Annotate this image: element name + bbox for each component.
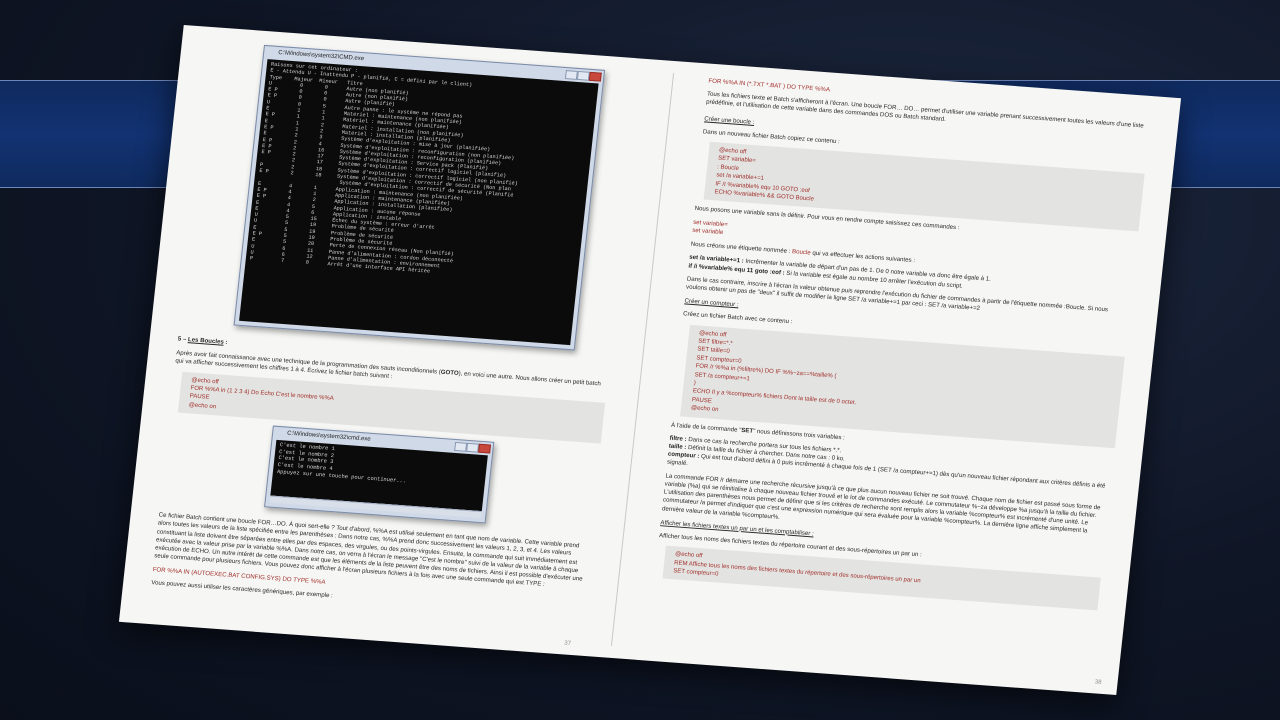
for-do-paragraph: Ce fichier Batch contient une boucle FOR… [153,511,583,589]
cmd-window-small: C:\Windows\system32\cmd.exe C'est le nom… [264,425,495,524]
right-page-content: FOR %%A IN (*.TXT *.BAT ) DO TYPE %%A To… [654,78,1152,617]
right-page-number: 38 [1094,679,1102,686]
cmd-window-large: C:\Windows\system32\CMD.exe Raisons sur … [233,44,606,351]
minimize-icon [454,442,468,452]
cmd-screen: Raisons sur cet ordinateur :E - Attendu … [239,59,599,346]
left-page-content: C:\Windows\system32\CMD.exe Raisons sur … [150,41,641,624]
maximize-icon [466,443,480,453]
left-page-number: 37 [563,640,572,647]
minimize-icon [564,70,578,80]
document-spread: C:\Windows\system32\CMD.exe Raisons sur … [118,24,1182,696]
close-icon [478,443,492,454]
maximize-icon [576,70,590,81]
left-page: C:\Windows\system32\CMD.exe Raisons sur … [119,25,671,658]
close-icon [588,71,602,82]
right-page: FOR %%A IN (*.TXT *.BAT ) DO TYPE %%A To… [618,62,1181,695]
